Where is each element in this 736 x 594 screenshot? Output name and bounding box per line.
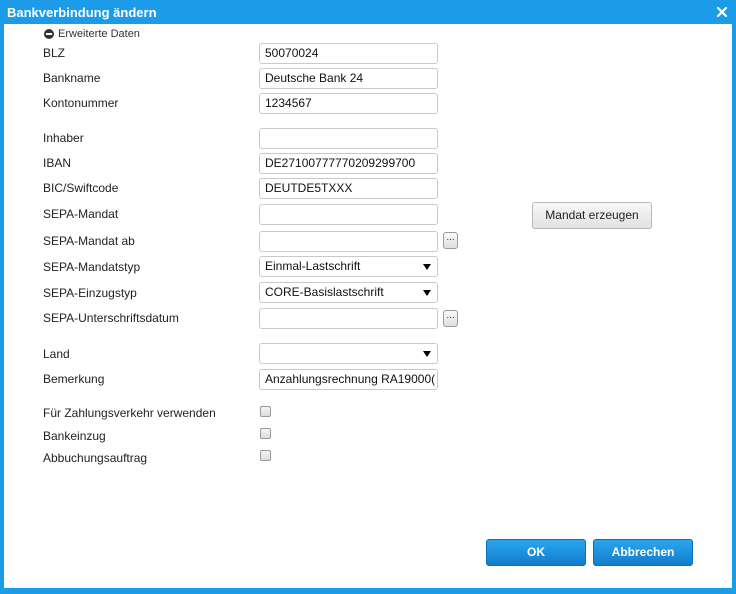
bankeinzug-label: Bankeinzug (43, 429, 106, 443)
bic-label: BIC/Swiftcode (43, 181, 119, 195)
inhaber-input[interactable] (259, 128, 438, 149)
sepa-mandatstyp-select[interactable]: Einmal-Lastschrift (259, 256, 438, 277)
advanced-data-label: Erweiterte Daten (58, 28, 140, 40)
sepa-mandat-input[interactable] (259, 204, 438, 225)
minus-circle-icon (44, 29, 54, 39)
bank-details-dialog: Bankverbindung ändern Erweiterte Daten B… (0, 0, 736, 594)
bankeinzug-checkbox[interactable] (260, 428, 271, 439)
land-select[interactable] (259, 343, 438, 364)
blz-label: BLZ (43, 46, 66, 60)
dialog-titlebar[interactable]: Bankverbindung ändern (0, 0, 736, 24)
kontonummer-label: Kontonummer (43, 96, 119, 110)
close-icon[interactable] (715, 5, 729, 19)
abbuchungsauftrag-checkbox[interactable] (260, 450, 271, 461)
bankname-input[interactable]: Deutsche Bank 24 (259, 68, 438, 89)
sepa-mandat-ab-label: SEPA-Mandat ab (43, 234, 135, 248)
sepa-mandat-ab-input[interactable] (259, 231, 438, 252)
sepa-einzugstyp-value: CORE-Basislastschrift (265, 285, 384, 299)
dialog-bottom-border (0, 588, 736, 594)
sepa-unterschriftsdatum-label: SEPA-Unterschriftsdatum (43, 311, 179, 325)
sepa-unterschriftsdatum-picker-button[interactable]: ... (443, 310, 458, 327)
zahlungsverkehr-label: Für Zahlungsverkehr verwenden (43, 406, 216, 420)
abbuchungsauftrag-label: Abbuchungsauftrag (43, 451, 148, 465)
sepa-unterschriftsdatum-input[interactable] (259, 308, 438, 329)
dialog-content: Erweiterte Daten BLZ 50070024 Bankname D… (4, 24, 732, 588)
kontonummer-input[interactable]: 1234567 (259, 93, 438, 114)
dialog-title: Bankverbindung ändern (7, 5, 157, 20)
bemerkung-label: Bemerkung (43, 372, 105, 386)
sepa-mandat-label: SEPA-Mandat (43, 207, 119, 221)
chevron-down-icon (423, 290, 431, 296)
sepa-mandat-ab-picker-button[interactable]: ... (443, 232, 458, 249)
advanced-data-toggle[interactable]: Erweiterte Daten (44, 28, 140, 40)
zahlungsverkehr-checkbox[interactable] (260, 406, 271, 417)
chevron-down-icon (423, 351, 431, 357)
mandat-erzeugen-button[interactable]: Mandat erzeugen (532, 202, 652, 229)
land-label: Land (43, 347, 70, 361)
inhaber-label: Inhaber (43, 131, 84, 145)
sepa-mandatstyp-label: SEPA-Mandatstyp (43, 260, 141, 274)
bankname-label: Bankname (43, 71, 101, 85)
iban-label: IBAN (43, 156, 72, 170)
blz-input[interactable]: 50070024 (259, 43, 438, 64)
iban-input[interactable]: DE27100777770209299700 (259, 153, 438, 174)
bic-input[interactable]: DEUTDE5TXXX (259, 178, 438, 199)
bemerkung-input[interactable]: Anzahlungsrechnung RA19000( (259, 369, 438, 390)
ok-button[interactable]: OK (486, 539, 586, 566)
sepa-einzugstyp-label: SEPA-Einzugstyp (43, 286, 137, 300)
sepa-mandatstyp-value: Einmal-Lastschrift (265, 259, 361, 273)
sepa-einzugstyp-select[interactable]: CORE-Basislastschrift (259, 282, 438, 303)
cancel-button[interactable]: Abbrechen (593, 539, 693, 566)
chevron-down-icon (423, 264, 431, 270)
